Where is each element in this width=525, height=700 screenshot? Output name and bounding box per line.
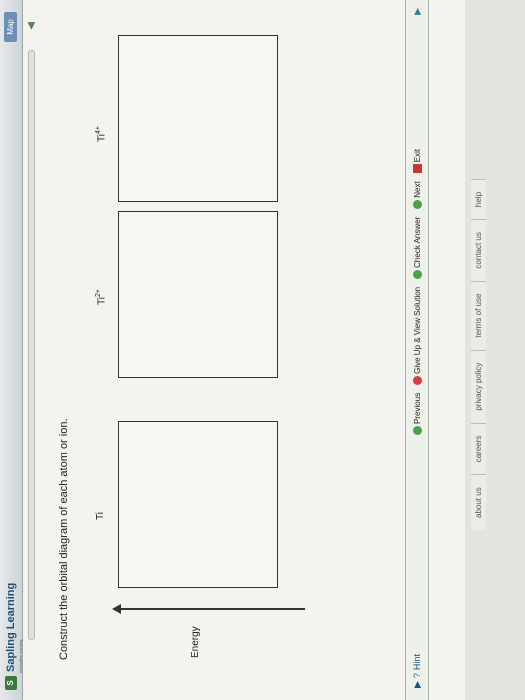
species-label-ti: Ti <box>95 512 106 520</box>
header-bar: S Sapling Learning macmillan learning Ma… <box>0 0 23 700</box>
logo-subtitle: macmillan learning <box>18 639 23 673</box>
give-up-x-icon <box>412 375 422 385</box>
energy-label: Energy <box>190 626 201 658</box>
logo[interactable]: S Sapling Learning <box>5 583 17 690</box>
next-button[interactable]: Next <box>412 181 422 209</box>
footer-link-privacy[interactable]: privacy policy <box>471 349 486 423</box>
energy-axis-arrow-icon <box>112 604 121 614</box>
rotated-page: S Sapling Learning macmillan learning Ma… <box>0 0 525 700</box>
footer-link-terms[interactable]: terms of use <box>471 280 486 350</box>
give-up-button[interactable]: Give Up & View Solution <box>412 286 422 385</box>
previous-button[interactable]: Previous <box>412 392 422 435</box>
orbital-box-ti[interactable] <box>118 421 278 588</box>
question-controls: ▶ ? Hint Previous Give Up & View Solutio… <box>405 0 429 700</box>
exit-button[interactable]: Exit <box>412 148 422 174</box>
previous-label: Previous <box>412 392 422 424</box>
check-icon <box>412 269 422 279</box>
page: S Sapling Learning macmillan learning Ma… <box>0 0 465 700</box>
footer-link-about[interactable]: about us <box>471 474 486 530</box>
footer-link-contact[interactable]: contact us <box>471 219 486 281</box>
species-label-ti2: Ti2+ <box>95 289 108 305</box>
logo-text: Sapling Learning <box>5 582 17 672</box>
sapling-logo-icon: S <box>5 676 17 690</box>
hint-toggle[interactable]: ▶ ? Hint <box>412 654 423 688</box>
scroll-left-arrow-icon[interactable]: ◀ <box>26 22 37 30</box>
species-label-ti4: Ti4+ <box>95 126 108 142</box>
next-arrow-icon <box>412 199 422 209</box>
check-answer-button[interactable]: Check Answer <box>412 216 422 279</box>
exit-icon <box>412 164 422 174</box>
question-prompt: Construct the orbital diagram of each at… <box>58 418 70 660</box>
footer-link-help[interactable]: help <box>471 178 486 220</box>
check-answer-label: Check Answer <box>412 216 422 268</box>
orbital-box-ti4[interactable] <box>118 35 278 202</box>
give-up-label: Give Up & View Solution <box>412 286 422 374</box>
footer-link-careers[interactable]: careers <box>471 422 486 475</box>
footer: about us careers privacy policy terms of… <box>465 0 525 700</box>
expand-triangle-icon: ▶ <box>411 681 422 688</box>
map-button[interactable]: Map <box>4 12 17 42</box>
collapse-arrow-icon[interactable]: ▶ <box>412 8 423 15</box>
question-mark-icon: ? <box>412 673 422 679</box>
hint-label: Hint <box>412 654 422 671</box>
energy-axis-line <box>120 608 305 610</box>
horizontal-scrollbar[interactable] <box>28 50 35 640</box>
exit-label: Exit <box>412 148 422 163</box>
footer-links: about us careers privacy policy terms of… <box>471 178 486 530</box>
next-label: Next <box>412 181 422 198</box>
previous-arrow-icon <box>412 426 422 435</box>
orbital-box-ti2[interactable] <box>118 211 278 378</box>
